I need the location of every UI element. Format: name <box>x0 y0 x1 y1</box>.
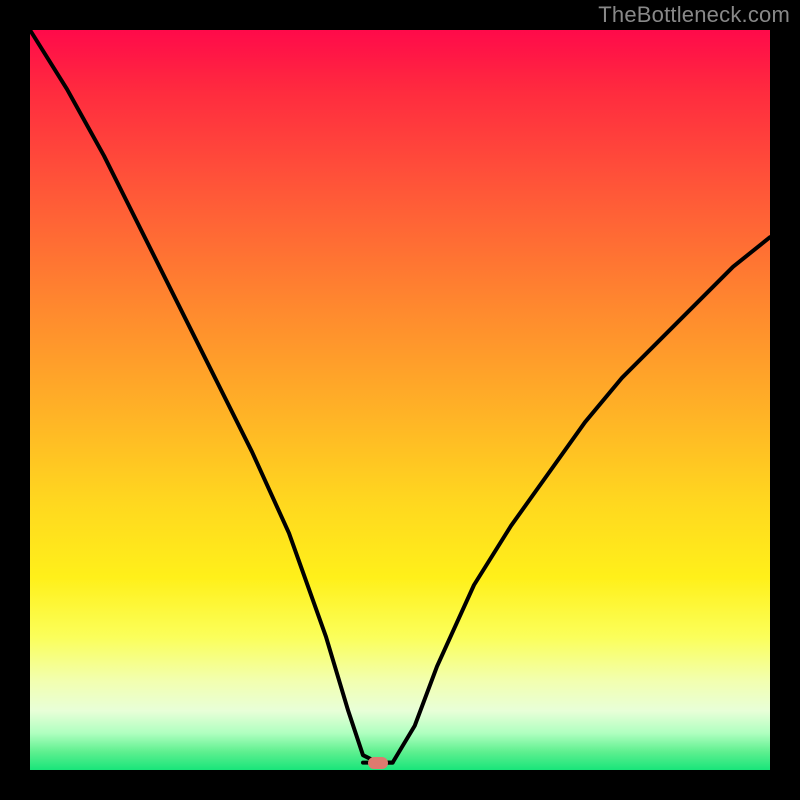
bottleneck-curve <box>30 30 770 770</box>
watermark-text: TheBottleneck.com <box>598 2 790 28</box>
chart-frame: TheBottleneck.com <box>0 0 800 800</box>
plot-area <box>30 30 770 770</box>
optimum-marker <box>368 757 388 769</box>
curve-path <box>30 30 770 763</box>
